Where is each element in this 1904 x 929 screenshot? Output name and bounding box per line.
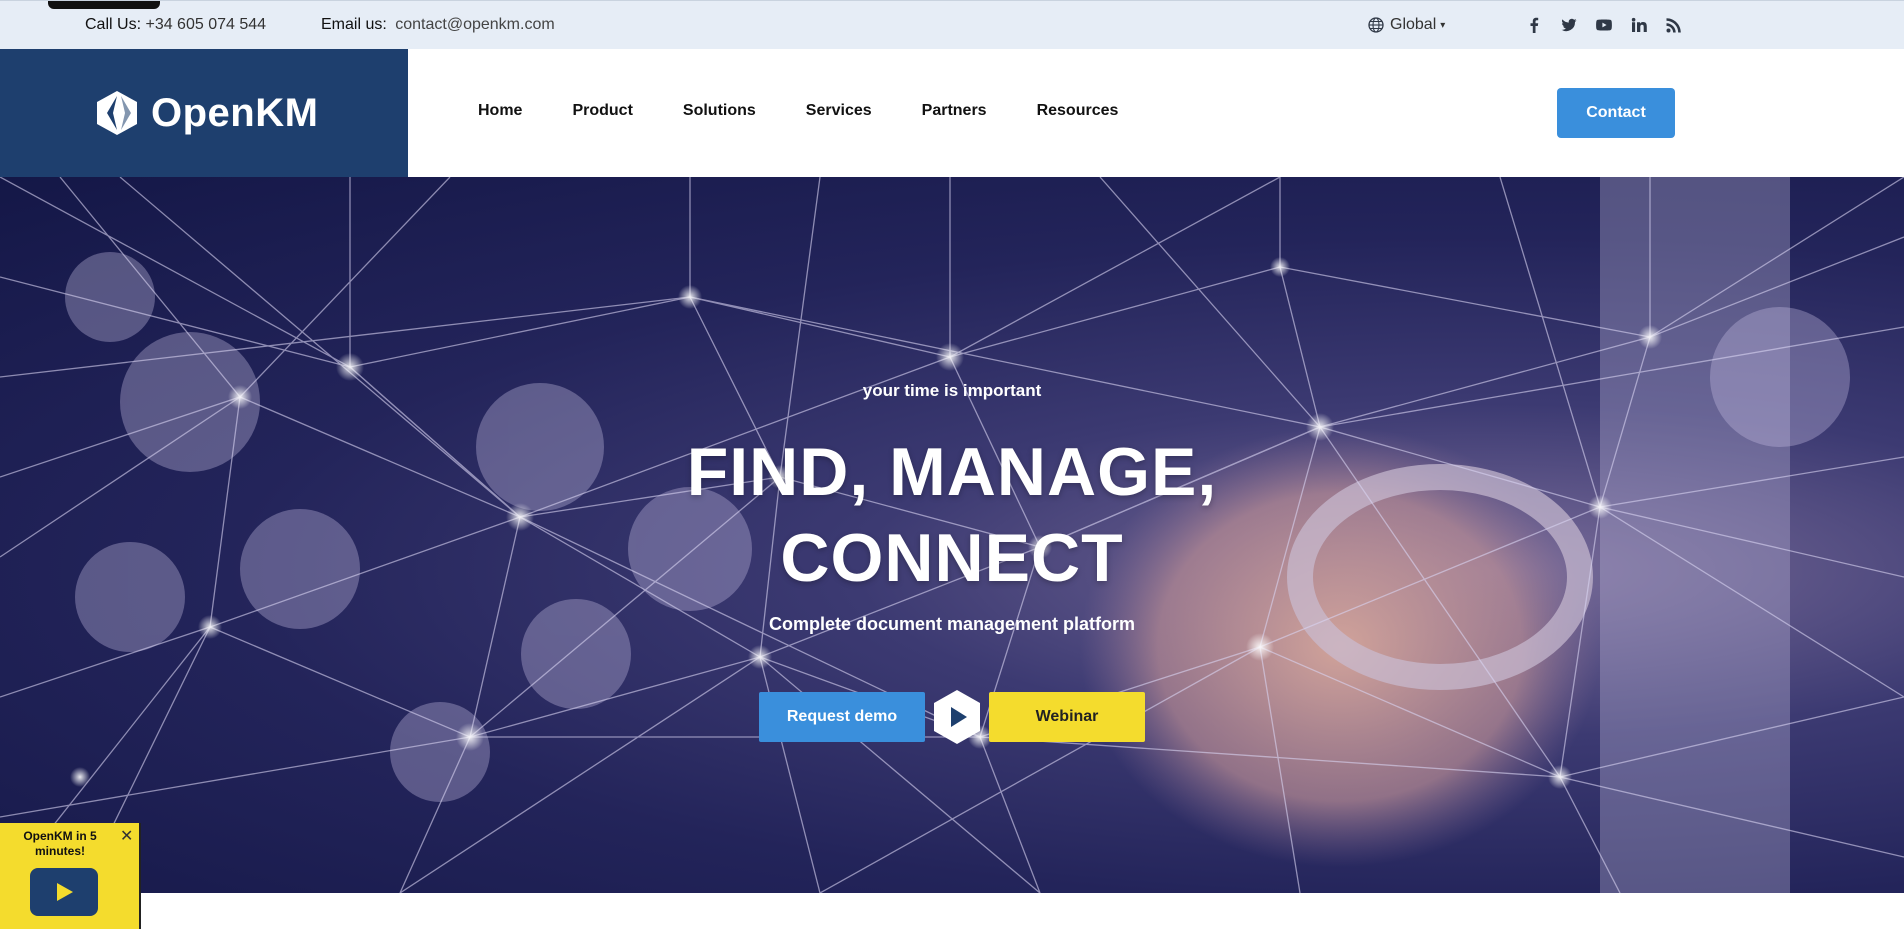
rss-icon[interactable] [1664, 14, 1683, 36]
hero-subtitle: Complete document management platform [768, 614, 1136, 634]
nav-home[interactable]: Home [478, 102, 522, 120]
nav-partners[interactable]: Partners [922, 102, 987, 120]
main-nav: Home Product Solutions Services Partners… [478, 102, 1168, 120]
video-popup: OpenKM in 5 minutes! ✕ [0, 823, 141, 929]
nav-resources[interactable]: Resources [1037, 102, 1119, 120]
social-links [1524, 14, 1683, 36]
logo[interactable]: OpenKM [0, 49, 408, 177]
call-label: Call Us: [85, 16, 142, 33]
play-video-button[interactable] [932, 689, 982, 745]
request-demo-button[interactable]: Request demo [759, 692, 925, 742]
globe-icon [1368, 17, 1384, 33]
phone-link[interactable]: +34 605 074 544 [145, 16, 266, 33]
openkm-logo-icon [97, 91, 137, 135]
nav-solutions[interactable]: Solutions [683, 102, 756, 120]
hero-banner: your time is important FIND, MANAGE, CON… [0, 177, 1904, 893]
logo-text: OpenKM [151, 91, 319, 135]
language-label: Global [1390, 16, 1437, 33]
webinar-button[interactable]: Webinar [989, 692, 1145, 742]
top-bar: Call Us: +34 605 074 544 Email us: conta… [0, 0, 1904, 49]
language-selector[interactable]: Global ▾ [1368, 16, 1445, 34]
browser-tab-stub [48, 1, 160, 9]
linkedin-icon[interactable] [1629, 14, 1648, 36]
facebook-icon[interactable] [1524, 14, 1543, 36]
twitter-icon[interactable] [1559, 14, 1578, 36]
hero-headline: FIND, MANAGE, CONNECT [0, 429, 1904, 601]
headline-line-1: FIND, MANAGE, [686, 434, 1218, 510]
popup-video-thumbnail[interactable] [30, 868, 98, 916]
hero-tagline: your time is important [862, 381, 1042, 400]
youtube-icon[interactable] [1594, 14, 1613, 36]
nav-product[interactable]: Product [572, 102, 632, 120]
play-icon [57, 883, 73, 901]
email-label: Email us: [321, 16, 387, 33]
call-us: Call Us: +34 605 074 544 [85, 16, 266, 34]
email-link[interactable]: contact@openkm.com [395, 16, 554, 33]
email-us: Email us: contact@openkm.com [321, 16, 555, 34]
headline-line-2: CONNECT [780, 520, 1124, 596]
nav-services[interactable]: Services [806, 102, 872, 120]
contact-button[interactable]: Contact [1557, 88, 1675, 138]
site-header: OpenKM Home Product Solutions Services P… [0, 49, 1904, 177]
popup-title: OpenKM in 5 minutes! [23, 829, 97, 858]
chevron-down-icon: ▾ [1440, 19, 1446, 31]
close-icon[interactable]: ✕ [120, 826, 133, 846]
